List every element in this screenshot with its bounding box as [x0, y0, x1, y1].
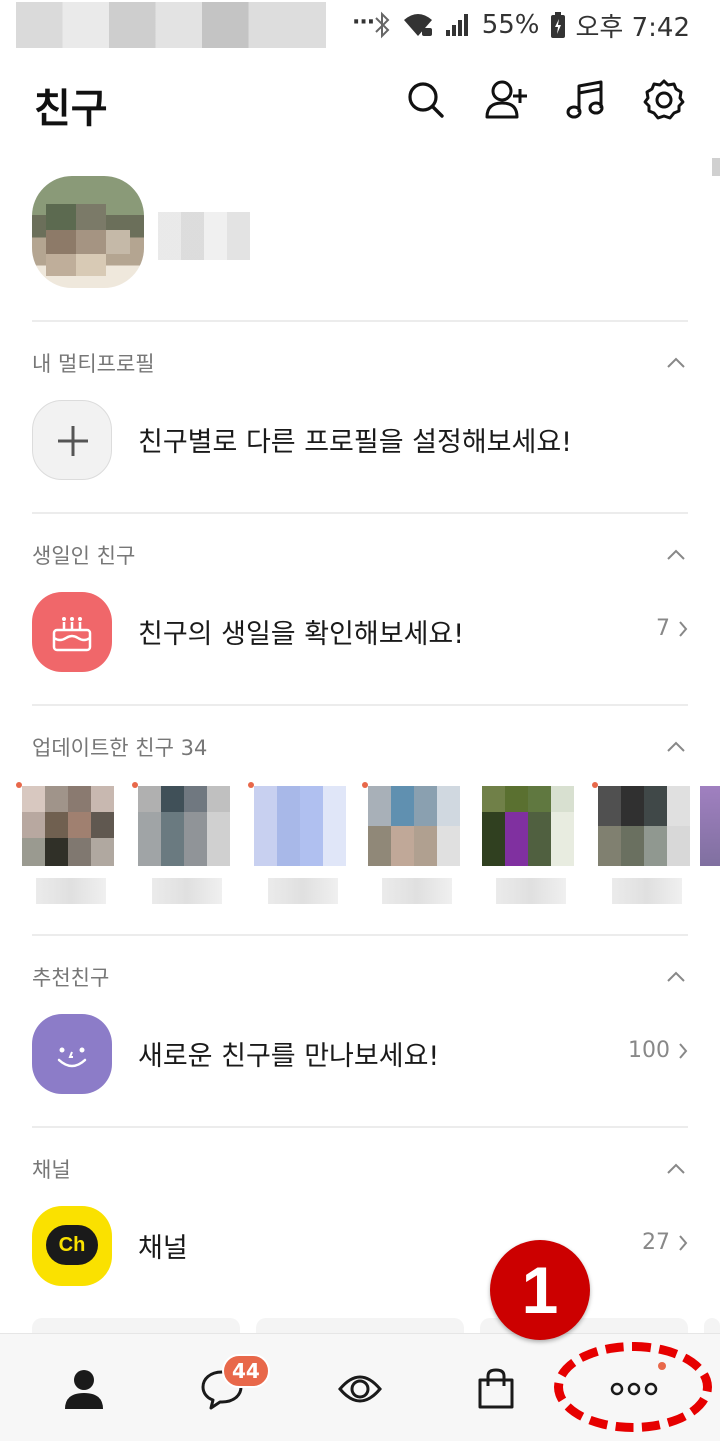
friend-name	[496, 878, 566, 904]
friend-name	[612, 878, 682, 904]
battery-icon	[550, 11, 566, 39]
updated-friend-item[interactable]	[132, 782, 230, 906]
updated-friend-item[interactable]	[482, 782, 574, 906]
my-profile[interactable]	[32, 176, 672, 296]
updated-count: 34	[180, 736, 208, 760]
birthday-count: 7	[656, 616, 688, 641]
friend-avatar	[482, 786, 574, 866]
recommended-count: 100	[628, 1038, 688, 1063]
settings-icon[interactable]	[642, 78, 686, 122]
section-label-birthday: 생일인 친구	[32, 544, 136, 568]
updated-friend-item[interactable]	[16, 782, 114, 906]
unread-chat-badge: 44	[222, 1354, 270, 1388]
section-label-updated-friends: 업데이트한 친구 34	[32, 732, 207, 762]
collapse-chevron-icon[interactable]	[666, 968, 686, 982]
page-title: 친구	[34, 86, 108, 132]
shopping-tab-icon[interactable]	[468, 1362, 524, 1416]
friend-avatar	[22, 786, 114, 866]
app-header: 친구	[0, 58, 720, 150]
friend-name	[268, 878, 338, 904]
birthday-count-value: 7	[656, 616, 670, 641]
recommended-text: 새로운 친구를 만나보세요!	[138, 1041, 440, 1072]
section-label-channel: 채널	[32, 1158, 71, 1182]
bluetooth-icon	[372, 11, 392, 39]
collapse-chevron-icon[interactable]	[666, 546, 686, 560]
divider	[32, 704, 688, 706]
channel-logo-text: Ch	[46, 1225, 98, 1265]
divider	[32, 934, 688, 936]
updated-friends-list[interactable]	[0, 782, 720, 912]
friend-avatar	[138, 786, 230, 866]
divider	[32, 1126, 688, 1128]
updated-label-text: 업데이트한 친구	[32, 736, 174, 760]
friends-tab-icon[interactable]	[56, 1362, 112, 1416]
my-profile-avatar[interactable]	[32, 176, 144, 288]
wifi-icon	[402, 12, 434, 38]
recommended-count-value: 100	[628, 1038, 670, 1063]
friend-name	[152, 878, 222, 904]
plus-icon	[32, 400, 112, 480]
channel-count-value: 27	[642, 1230, 670, 1255]
channel-text: 채널	[138, 1233, 188, 1264]
multi-profile-row[interactable]: 친구별로 다른 프로필을 설정해보세요!	[32, 400, 688, 480]
step-marker: 1	[490, 1240, 590, 1340]
cake-icon	[32, 592, 112, 672]
section-label-recommended: 추천친구	[32, 966, 110, 990]
chevron-right-icon	[679, 620, 688, 637]
updated-friend-item[interactable]	[248, 782, 346, 906]
view-tab-icon[interactable]	[332, 1362, 388, 1416]
my-profile-name	[158, 212, 250, 260]
friend-name	[36, 878, 106, 904]
friend-avatar	[368, 786, 460, 866]
birthday-text: 친구의 생일을 확인해보세요!	[138, 619, 465, 650]
add-friend-icon[interactable]	[484, 78, 528, 122]
divider	[32, 320, 688, 322]
music-icon[interactable]	[564, 78, 608, 122]
battery-percent: 55%	[481, 10, 540, 40]
channel-count: 27	[642, 1230, 688, 1255]
signal-icon	[444, 12, 472, 38]
collapse-chevron-icon[interactable]	[666, 354, 686, 368]
divider	[32, 512, 688, 514]
friend-avatar	[254, 786, 346, 866]
chevron-right-icon	[679, 1234, 688, 1251]
collapse-chevron-icon[interactable]	[666, 1160, 686, 1174]
friend-name	[382, 878, 452, 904]
friend-avatar	[700, 786, 720, 866]
recommended-row[interactable]: 새로운 친구를 만나보세요! 100	[32, 1014, 688, 1094]
scroll-indicator	[712, 158, 720, 176]
chevron-right-icon	[679, 1042, 688, 1059]
status-bar: ··· 55% 오후 7:42	[0, 0, 720, 50]
birthday-row[interactable]: 친구의 생일을 확인해보세요! 7	[32, 592, 688, 672]
channel-row[interactable]: Ch 채널 27	[32, 1206, 688, 1286]
channel-logo-icon: Ch	[32, 1206, 112, 1286]
updated-friend-item[interactable]	[592, 782, 690, 906]
updated-friend-item[interactable]	[362, 782, 460, 906]
clock: 오후 7:42	[575, 12, 691, 43]
blurred-notifications	[16, 2, 326, 48]
collapse-chevron-icon[interactable]	[666, 738, 686, 752]
smile-face-icon	[32, 1014, 112, 1094]
search-icon[interactable]	[404, 78, 448, 122]
friend-avatar	[598, 786, 690, 866]
multi-profile-text: 친구별로 다른 프로필을 설정해보세요!	[138, 427, 573, 458]
section-label-multi-profile: 내 멀티프로필	[32, 352, 155, 376]
updated-friend-item[interactable]	[700, 782, 720, 906]
highlight-circle	[554, 1342, 712, 1432]
